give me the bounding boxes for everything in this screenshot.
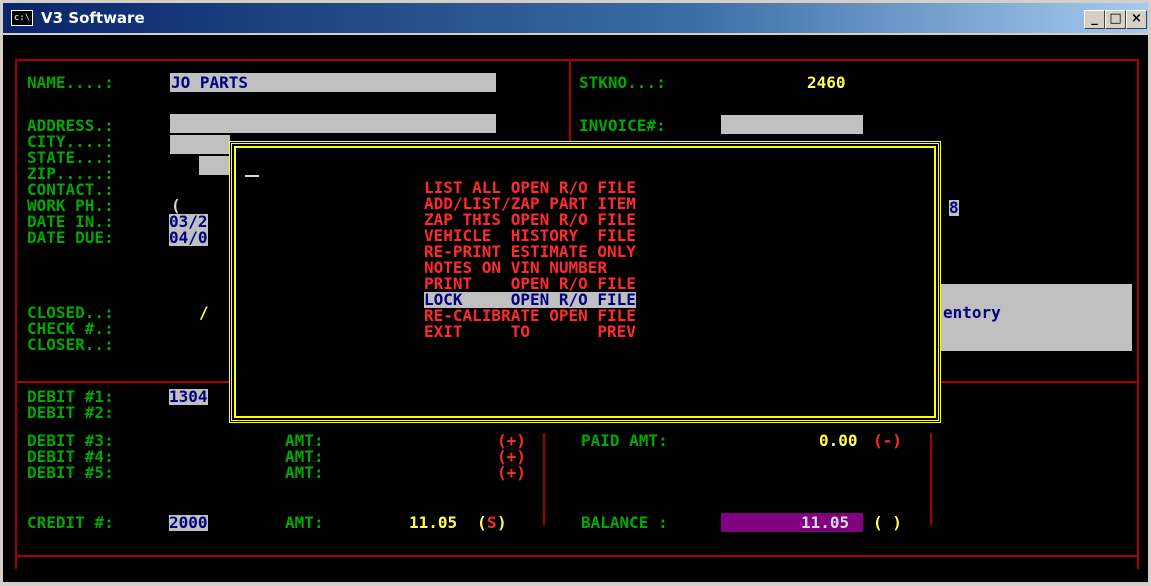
frame-bottom-line [15, 555, 1139, 557]
frame-left-line [15, 59, 17, 569]
closer-label: CLOSER..: [27, 335, 114, 354]
window-title: V3 Software [41, 9, 145, 27]
debit-2-label: DEBIT #2: [27, 403, 114, 422]
invoice-label: INVOICE#: [579, 116, 666, 135]
maximize-button[interactable]: □ [1105, 10, 1126, 29]
text-cursor [245, 175, 259, 177]
paid-sign: (-) [873, 431, 902, 450]
balance-label: BALANCE : [581, 513, 668, 532]
date-due-field[interactable]: 04/0 [169, 230, 208, 246]
credit-field[interactable]: 2000 [169, 515, 208, 531]
credit-amt-value: 11.05 [409, 513, 458, 532]
address-field[interactable] [170, 114, 496, 133]
balance-value: 11.05 [801, 513, 850, 532]
frame-right-line [1137, 59, 1139, 569]
app-window: c:\ V3 Software _ □ × NAME....: JO PARTS… [0, 0, 1151, 586]
name-label: NAME....: [27, 73, 114, 92]
debit-1-field[interactable]: 1304 [169, 389, 208, 405]
credit-sign-s: S [487, 513, 497, 532]
amount-bracket-left [543, 433, 545, 525]
paid-value: 0.00 [819, 431, 858, 450]
date-due-label: DATE DUE: [27, 228, 114, 247]
debit-5-amt-label: AMT: [285, 463, 324, 482]
city-field[interactable] [170, 135, 230, 154]
name-field[interactable]: JO PARTS [171, 75, 248, 91]
console-area[interactable]: NAME....: JO PARTS ADDRESS.: CITY....: S… [3, 35, 1148, 582]
debit-5-sign: (+) [497, 463, 526, 482]
state-field[interactable] [199, 156, 231, 175]
credit-sign-close: ) [497, 513, 507, 532]
close-button[interactable]: × [1126, 10, 1147, 29]
credit-sign-open: ( [477, 513, 487, 532]
paid-label: PAID AMT: [581, 431, 668, 450]
amount-bracket-right [930, 433, 932, 525]
right-partial-value: 8 [949, 198, 959, 217]
title-bar[interactable]: c:\ V3 Software _ □ × [3, 3, 1148, 33]
closed-field[interactable]: / [199, 305, 209, 321]
stkno-label: STKNO...: [579, 73, 666, 92]
credit-amt-label: AMT: [285, 513, 324, 532]
credit-label: CREDIT #: [27, 513, 114, 532]
stkno-value: 2460 [807, 73, 846, 92]
inventory-label: entory [943, 303, 1001, 322]
invoice-field[interactable] [721, 115, 863, 134]
debit-5-label: DEBIT #5: [27, 463, 114, 482]
balance-sign: ( ) [873, 513, 902, 532]
console-icon: c:\ [11, 10, 33, 26]
frame-top-line [15, 59, 1139, 61]
minimize-button[interactable]: _ [1084, 10, 1105, 29]
menu-item-exit[interactable]: EXIT TO PREV [424, 324, 636, 340]
